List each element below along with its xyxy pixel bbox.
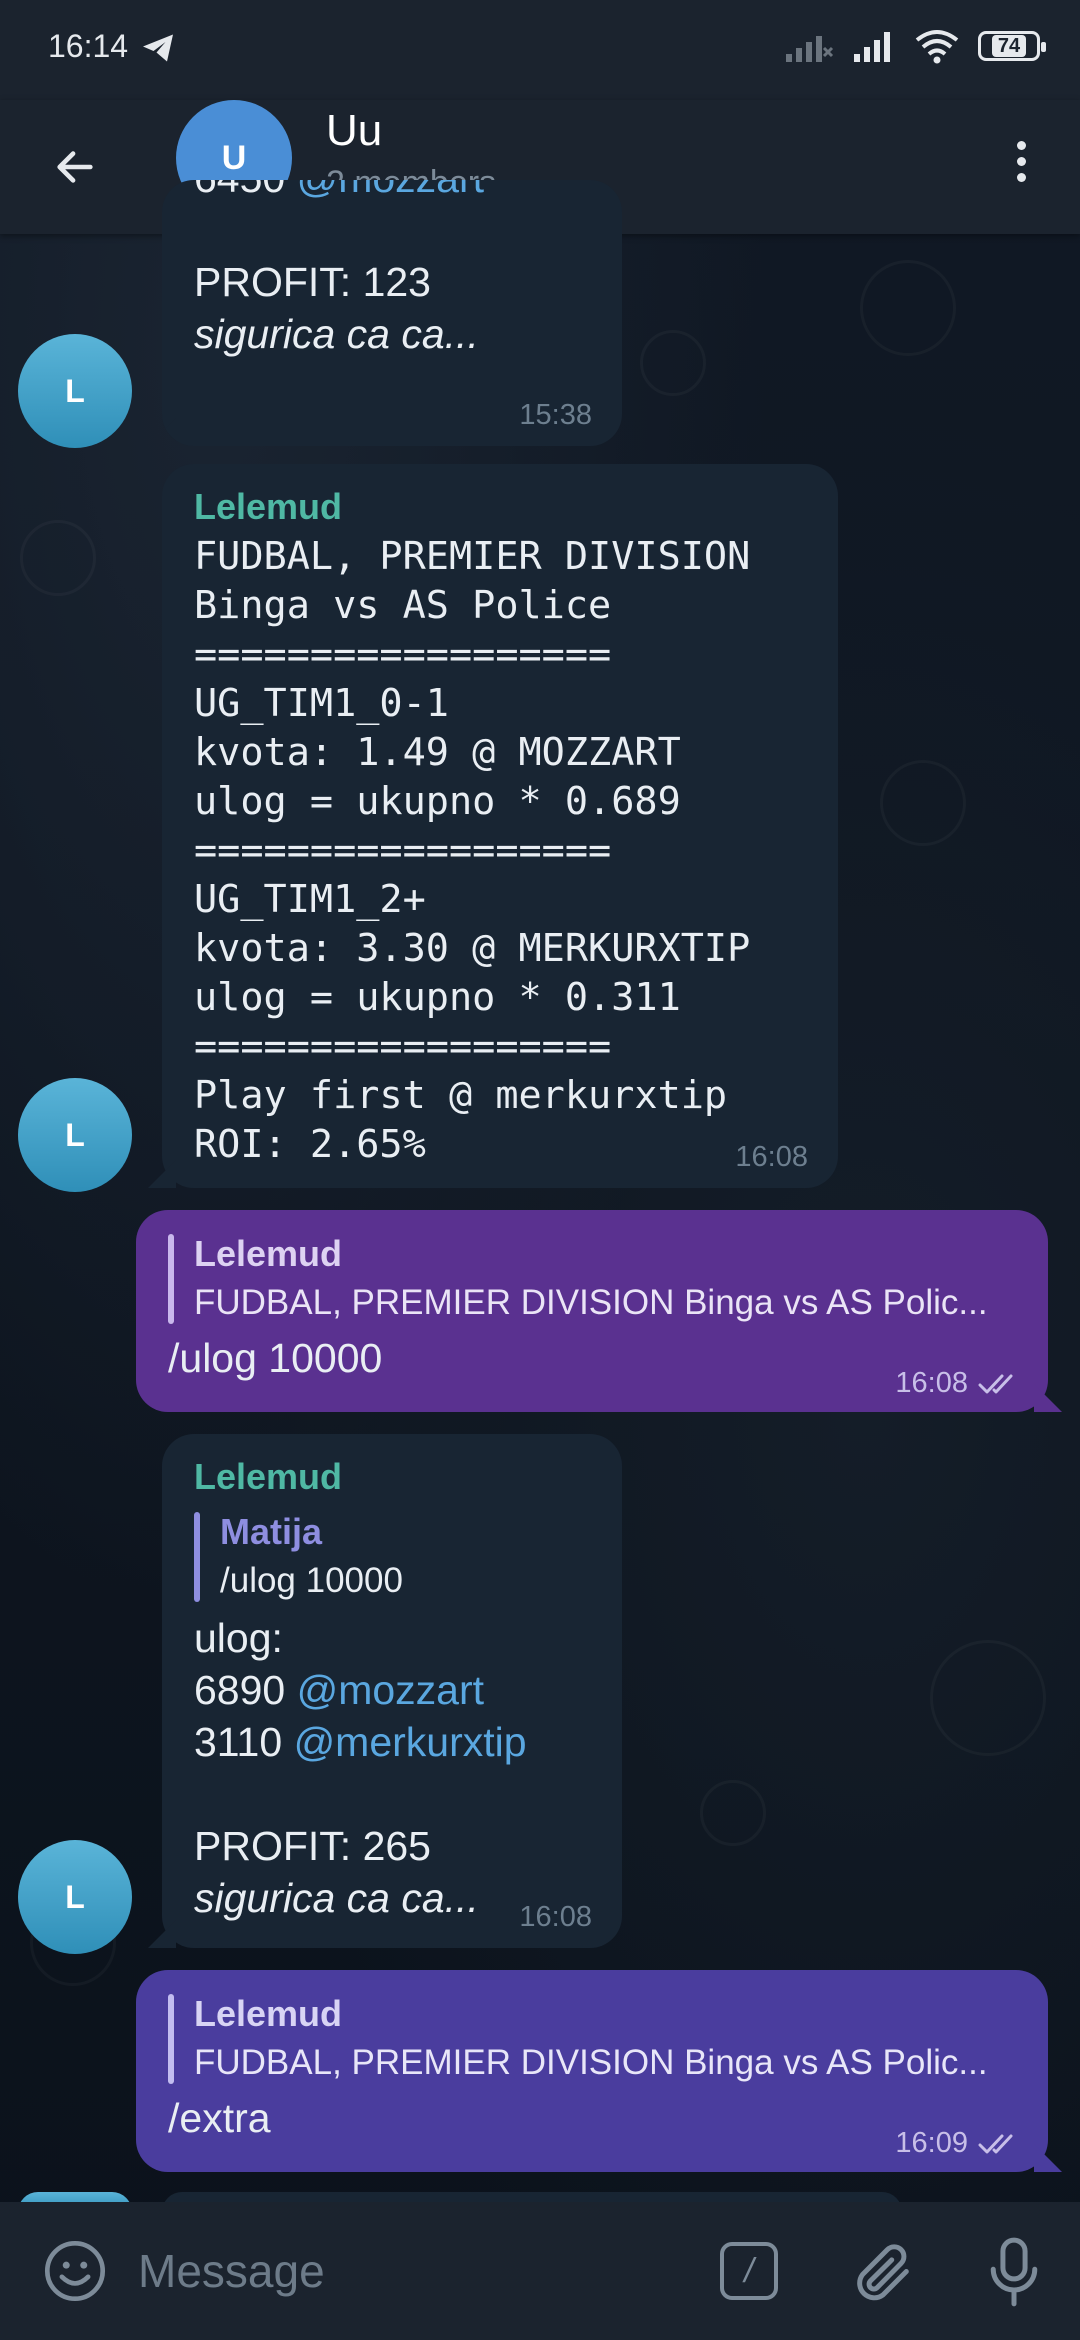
status-time: 16:14 (48, 28, 129, 64)
message-time: 16:09 (895, 2127, 1022, 2160)
message-line: ================== (194, 632, 612, 677)
mention-link[interactable]: @merkurxtip (294, 1719, 527, 1765)
back-arrow-icon (57, 151, 93, 183)
message-time: 16:08 (735, 1141, 808, 1173)
message-time: 15:38 (519, 399, 592, 431)
message-line: ================== (194, 828, 612, 873)
message-line: ulog = ukupno * 0.689 (194, 779, 681, 824)
message-line: UG_TIM1_0-1 (194, 681, 449, 726)
message-line: sigurica ca ca... (194, 311, 479, 357)
chat-title[interactable]: Uu (326, 106, 382, 156)
reply-text: FUDBAL, PREMIER DIVISION Binga vs AS Pol… (194, 1283, 988, 1322)
more-vert-icon[interactable] (986, 126, 1056, 196)
voice-button[interactable] (986, 2236, 1042, 2313)
message-line: 6450 @mozzart (194, 180, 592, 204)
emoji-icon (44, 2240, 106, 2302)
double-check-icon (978, 1374, 1013, 1393)
message-line: kvota: 1.49 @ MOZZART (194, 730, 681, 775)
message-time: 16:08 (895, 1367, 1022, 1400)
message-line (194, 204, 592, 256)
sender-name[interactable]: Lelemud (194, 1452, 592, 1502)
sender-avatar[interactable]: L (18, 334, 132, 448)
message-text: FUDBAL, PREMIER DIVISION Binga vs AS Poli… (194, 532, 808, 1169)
emoji-button[interactable] (40, 2236, 110, 2311)
mic-icon (990, 2237, 1038, 2307)
message-text: /ulog 10000 (168, 1335, 383, 1381)
message-incoming[interactable]: Lelemud Matija /ulog 10000 ulog: 6890 @m… (162, 1434, 622, 1948)
message-input-bar: / (0, 2202, 1080, 2340)
message-line: PROFIT: 265 (194, 1823, 431, 1869)
back-button[interactable] (40, 132, 110, 202)
message-line: 6890 @mozzart (194, 1667, 485, 1713)
reply-preview[interactable]: Lelemud FUDBAL, PREMIER DIVISION Binga v… (168, 1990, 1020, 2088)
message-text: /extra (168, 2095, 271, 2141)
sender-name[interactable]: Lelemud (194, 482, 808, 532)
reply-text: FUDBAL, PREMIER DIVISION Binga vs AS Pol… (194, 2043, 988, 2082)
message-line: Play first @ merkurxtip (194, 1073, 728, 1118)
message-line: Binga vs AS Police (194, 583, 612, 628)
status-icons: 74 (784, 28, 1046, 64)
command-icon[interactable]: / (720, 2242, 778, 2300)
mention-link[interactable]: @mozzart (297, 1667, 484, 1713)
message-line: ================== (194, 1024, 612, 1069)
message-time: 16:08 (519, 1901, 592, 1933)
reply-preview[interactable]: Matija /ulog 10000 (194, 1508, 592, 1606)
attach-icon (857, 2244, 909, 2301)
sender-avatar[interactable]: L (18, 1840, 132, 1954)
message-outgoing[interactable]: Lelemud FUDBAL, PREMIER DIVISION Binga v… (136, 1970, 1048, 2172)
signal-icon (854, 32, 890, 62)
reply-name: Matija (220, 1511, 323, 1552)
message-line: FUDBAL, PREMIER DIVISION (194, 534, 751, 579)
mention-link[interactable]: @mozzart (297, 180, 484, 201)
reply-name: Lelemud (194, 1233, 343, 1274)
message-line: ROI: 2.65% (194, 1122, 426, 1167)
message-line: PROFIT: 123 (194, 259, 431, 305)
status-bar: 16:14 74 (0, 0, 1080, 100)
message-line: 3110 @merkurxtip (194, 1719, 527, 1765)
attach-button[interactable] (848, 2238, 918, 2313)
reply-text: /ulog 10000 (220, 1561, 403, 1600)
message-incoming[interactable]: Lelemud FUDBAL, PREMIER DIVISION Binga vs… (162, 464, 838, 1188)
battery-icon: 74 (978, 31, 1046, 61)
battery-level: 74 (991, 35, 1027, 57)
message-incoming[interactable]: 6450 @mozzart PROFIT: 123 sigurica ca ca… (162, 180, 622, 446)
message-line: kvota: 3.30 @ MERKURXTIP (194, 926, 751, 971)
telegram-icon (143, 34, 173, 62)
sender-avatar[interactable]: L (18, 1078, 132, 1192)
reply-preview[interactable]: Lelemud FUDBAL, PREMIER DIVISION Binga v… (168, 1230, 1020, 1328)
wifi-icon (915, 30, 959, 64)
message-input[interactable] (138, 2238, 698, 2304)
reply-name: Lelemud (194, 1993, 343, 2034)
double-check-icon (978, 2134, 1013, 2153)
message-line: ulog = ukupno * 0.311 (194, 975, 681, 1020)
message-line: ulog: (194, 1615, 283, 1661)
message-line (194, 1768, 592, 1820)
message-outgoing[interactable]: Lelemud FUDBAL, PREMIER DIVISION Binga v… (136, 1210, 1048, 1412)
message-line: UG_TIM1_2+ (194, 877, 426, 922)
signal-no-sim-icon (786, 36, 834, 62)
